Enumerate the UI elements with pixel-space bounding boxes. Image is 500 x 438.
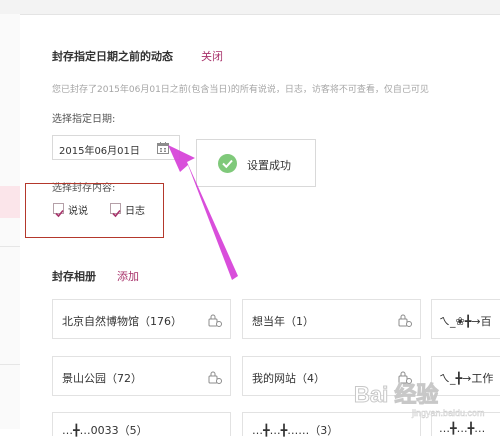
annotation-arrow	[168, 145, 238, 280]
baidu-watermark-logo: Bai 经验 jingyan.baidu.com	[352, 378, 498, 420]
watermark-text: Bai 经验	[354, 382, 438, 407]
watermark-sub: jingyan.baidu.com	[411, 408, 485, 418]
